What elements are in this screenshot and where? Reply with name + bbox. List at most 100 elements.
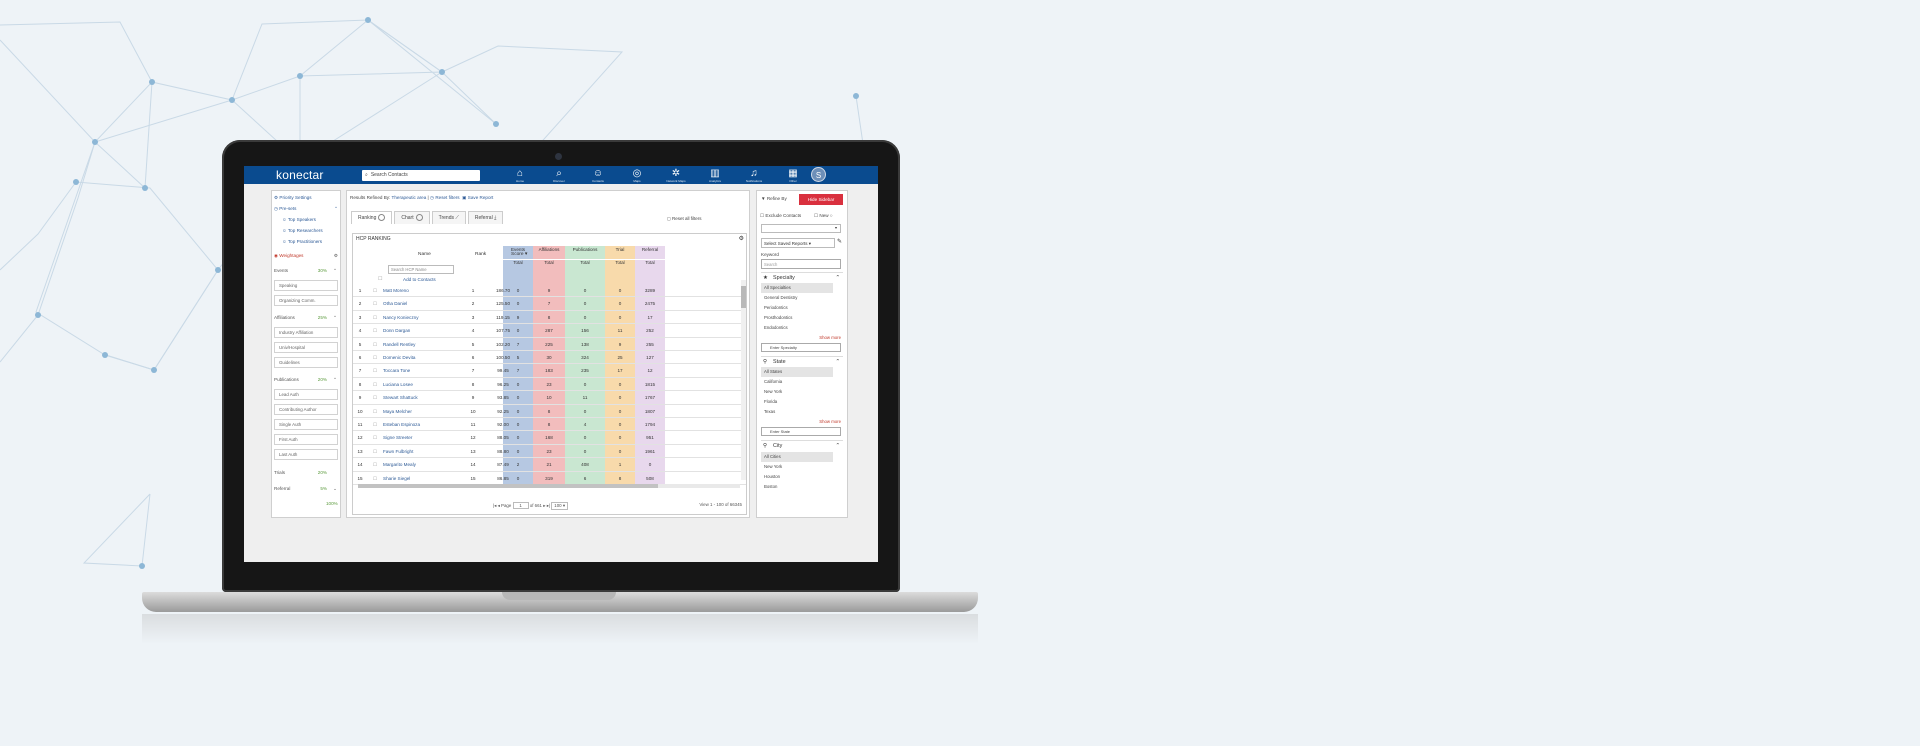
city-item[interactable]: New York bbox=[761, 462, 833, 472]
next-page-button[interactable]: ▸ bbox=[543, 503, 545, 508]
group-subheader[interactable]: Total bbox=[533, 259, 565, 265]
sub-contributing-author[interactable]: Contributing Author bbox=[274, 404, 338, 415]
row-checkbox[interactable]: ☐ bbox=[371, 364, 379, 377]
hcp-name[interactable]: Margarito Mealy bbox=[383, 458, 463, 471]
nav-item-contacts[interactable]: ☺ Contacts bbox=[580, 168, 616, 183]
group-subheader[interactable]: Total bbox=[503, 259, 533, 265]
first-page-button[interactable]: |◂ bbox=[493, 503, 496, 508]
table-row[interactable]: 1 ☐ Matt Moreno 1 186.70 0 9 0 0 3289 bbox=[353, 284, 746, 298]
sub-guidelines[interactable]: Guidelines bbox=[274, 357, 338, 368]
section-affiliations[interactable]: Affiliations 25% ⌃ bbox=[272, 312, 340, 323]
table-row[interactable]: 7 ☐ Toccara Tone 7 99.45 7 183 235 17 12 bbox=[353, 364, 746, 378]
new-checkbox[interactable]: ☐ New ○ bbox=[814, 213, 833, 219]
table-row[interactable]: 8 ☐ Luciana Losee 8 96.25 0 23 0 0 1815 bbox=[353, 378, 746, 392]
city-item[interactable]: All Cities bbox=[761, 452, 833, 462]
page-size-select[interactable]: 100 ▾ bbox=[551, 502, 569, 510]
row-checkbox[interactable]: ☐ bbox=[371, 445, 379, 458]
row-checkbox[interactable]: ☐ bbox=[371, 284, 379, 297]
hcp-name[interactable]: Esteban Espinoza bbox=[383, 418, 463, 431]
hcp-name[interactable]: Nancy Konieczny bbox=[383, 311, 463, 324]
preset-top-practitioners[interactable]: ☺ Top Practitioners bbox=[282, 239, 322, 244]
hcp-name[interactable]: Luciana Losee bbox=[383, 378, 463, 391]
group-subheader[interactable]: Total bbox=[565, 259, 605, 265]
page-input[interactable]: 1 bbox=[512, 502, 529, 509]
user-avatar[interactable]: S bbox=[811, 167, 826, 182]
state-item[interactable]: New York bbox=[761, 387, 833, 397]
specialty-header[interactable]: ★ Specialty ⌃ bbox=[761, 272, 843, 283]
hcp-name[interactable]: Matt Moreno bbox=[383, 284, 463, 297]
table-row[interactable]: 9 ☐ Stewart Shattuck 9 93.85 0 10 11 0 1767 bbox=[353, 391, 746, 405]
preset-top-speakers[interactable]: ☺ Top Speakers bbox=[282, 217, 316, 222]
nav-item-bell[interactable]: ♫ Notifications bbox=[736, 168, 772, 183]
section-referral[interactable]: Referral 5% ⌄ bbox=[272, 483, 340, 494]
table-row[interactable]: 4 ☐ Donn Dargan 4 107.75 0 287 156 11 252 bbox=[353, 324, 746, 338]
nav-item-home[interactable]: ⌂ Home bbox=[502, 168, 538, 183]
sub-last-auth[interactable]: Last Auth bbox=[274, 449, 338, 460]
horizontal-scrollbar[interactable] bbox=[358, 484, 740, 488]
tab-referral[interactable]: Referral ⤓ bbox=[467, 211, 504, 224]
row-checkbox[interactable]: ☐ bbox=[371, 338, 379, 351]
search-hcp-input[interactable]: Search HCP Name bbox=[388, 265, 454, 274]
keyword-input[interactable]: Search bbox=[761, 259, 841, 269]
search-contacts-input[interactable]: ⌕ Search Contacts bbox=[362, 169, 480, 181]
row-checkbox[interactable]: ☐ bbox=[371, 297, 379, 310]
scroll-thumb[interactable] bbox=[358, 484, 658, 488]
nav-item-maps[interactable]: ◎ Maps bbox=[619, 168, 655, 183]
hcp-name[interactable]: Fawn Fulbright bbox=[383, 445, 463, 458]
table-row[interactable]: 2 ☐ Otha Daniel 2 125.50 0 7 0 0 2475 bbox=[353, 297, 746, 311]
group-header[interactable]: Publications bbox=[565, 247, 605, 252]
state-item[interactable]: Florida bbox=[761, 397, 833, 407]
hcp-name[interactable]: Randell Rentley bbox=[383, 338, 463, 351]
vertical-scrollbar[interactable] bbox=[741, 280, 746, 480]
table-row[interactable]: 13 ☐ Fawn Fulbright 13 88.80 0 23 0 0 1961 bbox=[353, 445, 746, 459]
save-report-link[interactable]: ▣ Save Report bbox=[462, 195, 493, 200]
row-checkbox[interactable]: ☐ bbox=[371, 472, 379, 485]
nav-item-analytics[interactable]: ▥ Analytics bbox=[697, 168, 733, 183]
row-checkbox[interactable]: ☐ bbox=[371, 351, 379, 364]
tab-chart[interactable]: Chart bbox=[394, 211, 430, 224]
group-header[interactable]: Events bbox=[503, 247, 533, 252]
city-item[interactable]: Houston bbox=[761, 472, 833, 482]
col-rank-header[interactable]: Rank bbox=[475, 252, 486, 257]
sub-single-auth[interactable]: Single Auth bbox=[274, 419, 338, 430]
hcp-name[interactable]: Otha Daniel bbox=[383, 297, 463, 310]
hcp-name[interactable]: Domenic Devita bbox=[383, 351, 463, 364]
table-row[interactable]: 10 ☐ Maya Melcher 10 92.25 0 8 0 0 1807 bbox=[353, 405, 746, 418]
row-checkbox[interactable]: ☐ bbox=[371, 418, 379, 431]
group-subheader[interactable]: Total bbox=[635, 259, 665, 265]
row-checkbox[interactable]: ☐ bbox=[371, 311, 379, 324]
row-checkbox[interactable]: ☐ bbox=[371, 378, 379, 391]
specialty-item[interactable]: All Specialties bbox=[761, 283, 833, 293]
group-subheader[interactable]: Total bbox=[605, 259, 635, 265]
table-row[interactable]: 15 ☐ Sharie Siegel 15 86.85 0 319 6 8 508 bbox=[353, 472, 746, 485]
last-page-button[interactable]: ▸| bbox=[547, 503, 550, 508]
priority-settings-link[interactable]: ⚙ Priority Settings bbox=[274, 195, 312, 201]
hcp-name[interactable]: Maya Melcher bbox=[383, 405, 463, 418]
sub-industry-affiliation[interactable]: Industry Affiliation bbox=[274, 327, 338, 338]
presets-toggle[interactable]: ◷ Pre-sets ⌃ bbox=[274, 206, 338, 212]
section-events[interactable]: Events 30% ⌃ bbox=[272, 265, 340, 276]
hcp-name[interactable]: Toccara Tone bbox=[383, 364, 463, 377]
table-row[interactable]: 11 ☐ Esteban Espinoza 11 92.00 0 8 4 0 1794 bbox=[353, 418, 746, 432]
table-row[interactable]: 5 ☐ Randell Rentley 5 102.20 7 225 138 9 255 bbox=[353, 338, 746, 351]
hcp-name[interactable]: Stewart Shattuck bbox=[383, 391, 463, 404]
row-checkbox[interactable]: ☐ bbox=[371, 431, 379, 444]
col-name-header[interactable]: Name bbox=[418, 252, 431, 257]
table-row[interactable]: 12 ☐ Signe Streeter 12 88.05 0 168 0 0 951 bbox=[353, 431, 746, 445]
specialty-show-more[interactable]: Show more bbox=[819, 335, 841, 340]
preset-top-researchers[interactable]: ☺ Top Researchers bbox=[282, 228, 323, 233]
city-header[interactable]: ⚲ City ⌃ bbox=[761, 440, 843, 451]
row-checkbox[interactable]: ☐ bbox=[371, 391, 379, 404]
specialty-item[interactable]: General Dentistry bbox=[761, 293, 833, 303]
row-checkbox[interactable]: ☐ bbox=[371, 458, 379, 471]
konectar-logo[interactable]: konectar bbox=[276, 168, 340, 182]
blank-select[interactable]: ▾ bbox=[761, 224, 841, 233]
specialty-item[interactable]: Endodontics bbox=[761, 323, 833, 333]
prev-page-button[interactable]: ◂ bbox=[498, 503, 500, 508]
state-header[interactable]: ⚲ State ⌃ bbox=[761, 356, 843, 367]
select-all-checkbox[interactable]: ☐ bbox=[378, 276, 382, 282]
nav-item-grid[interactable]: ▦ Other bbox=[775, 168, 811, 183]
sub-first-auth[interactable]: First Auth bbox=[274, 434, 338, 445]
tab-trends[interactable]: Trends ⟋ bbox=[431, 211, 466, 224]
hcp-name[interactable]: Sharie Siegel bbox=[383, 472, 463, 485]
